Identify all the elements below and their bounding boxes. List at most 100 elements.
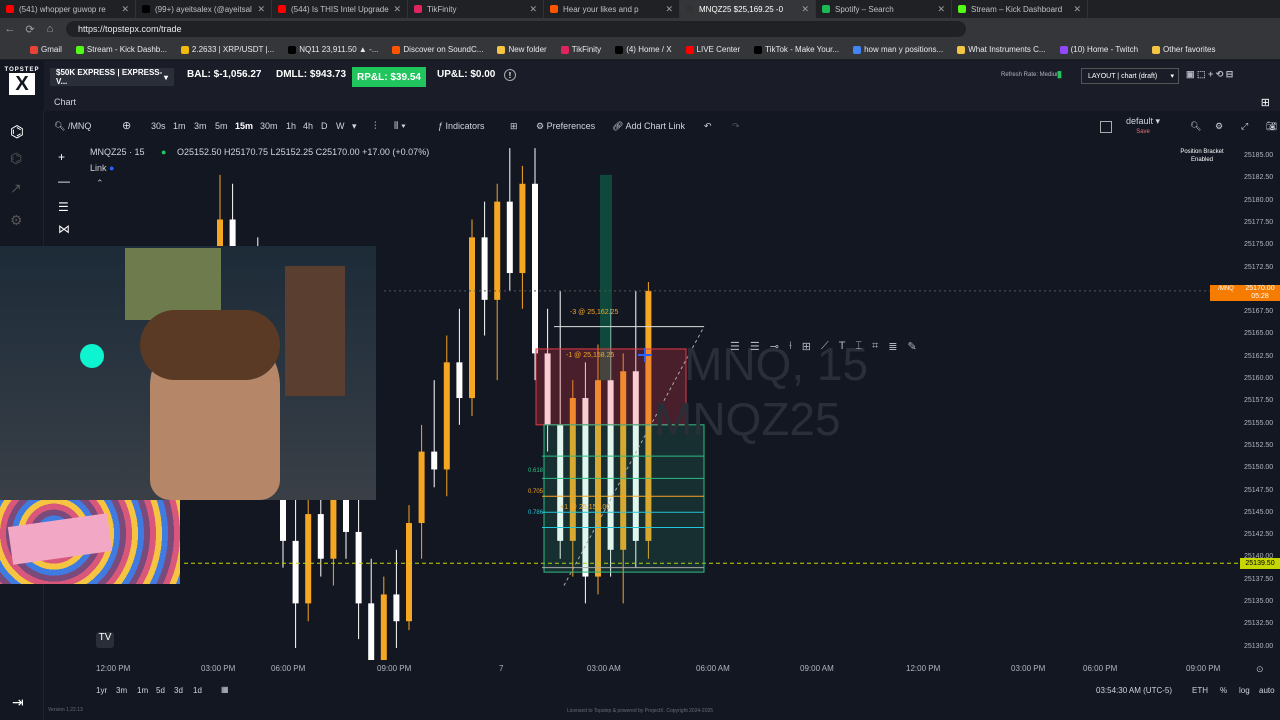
frame-icon[interactable]: ⌗	[872, 340, 878, 353]
close-icon[interactable]: ✕	[257, 4, 265, 15]
close-icon[interactable]: ✕	[665, 4, 673, 15]
bookmark-item[interactable]: Gmail	[30, 45, 62, 54]
home-icon[interactable]: ⌂	[40, 23, 60, 35]
text-box-icon[interactable]: ⌶	[855, 340, 862, 353]
tab-chart[interactable]: Chart	[54, 97, 76, 107]
calendar-icon[interactable]: ▦	[221, 685, 229, 694]
measure-icon[interactable]: ⚙	[10, 212, 23, 229]
zoom-icon[interactable]: 🔍︎	[1190, 121, 1201, 132]
preferences-button[interactable]: ⚙ Preferences	[536, 121, 595, 132]
bookmark-item[interactable]: 2.2633 | XRP/USDT |...	[180, 45, 274, 54]
range-button[interactable]: 5d	[156, 686, 165, 695]
order-label-top[interactable]: -3 @ 25,162.25	[570, 309, 618, 316]
symbol-search[interactable]: 🔍︎ /MNQ	[54, 121, 91, 132]
session-toggle[interactable]: ETH	[1192, 686, 1208, 695]
collapse-icon[interactable]: ⌃	[96, 178, 104, 189]
hline-icon[interactable]: ⊸	[770, 340, 779, 353]
align-center-icon[interactable]: ☰	[750, 340, 760, 353]
close-icon[interactable]: ✕	[937, 4, 945, 15]
close-icon[interactable]: ✕	[801, 4, 809, 15]
browser-tab[interactable]: Spotify – Search ✕	[816, 0, 952, 18]
tf-1h[interactable]: 1h	[286, 121, 296, 131]
fullscreen-toggle-icon[interactable]	[1100, 121, 1112, 133]
back-icon[interactable]: ←	[0, 23, 20, 35]
network-icon[interactable]: ⌬	[10, 122, 24, 142]
browser-tab[interactable]: MNQZ25 $25,169.25 -0 ✕	[680, 0, 816, 18]
templates-icon[interactable]: ⊞	[510, 121, 518, 132]
info-icon[interactable]: !	[504, 69, 516, 81]
auto-toggle[interactable]: auto	[1259, 686, 1275, 695]
browser-tab[interactable]: (541) whopper guwop re ✕	[0, 0, 136, 18]
add-chart-link-button[interactable]: 🔗︎ Add Chart Link	[612, 121, 685, 132]
bookmark-item[interactable]: LIVE Center	[685, 45, 740, 54]
time-axis[interactable]: 12:00 PM 03:00 PM 06:00 PM 09:00 PM 7 03:00 A…	[44, 660, 1240, 678]
refresh-icon[interactable]: ⟳	[20, 23, 40, 36]
add-panel-icon[interactable]: ⊞	[1261, 96, 1270, 109]
link-toggle[interactable]: Link ●	[90, 163, 114, 173]
chart-type-icon[interactable]: ⫶	[374, 121, 377, 132]
tf-30m[interactable]: 30m	[260, 121, 278, 131]
browser-tab[interactable]: (99+) ayeitsalex (@ayeitsal ✕	[136, 0, 272, 18]
range-button[interactable]: 3m	[116, 686, 127, 695]
candle-style-icon[interactable]: ⫴ ▾	[394, 121, 406, 132]
tf-3m[interactable]: 3m	[194, 121, 207, 131]
add-symbol-icon[interactable]: ⊕	[122, 119, 131, 132]
camera-icon[interactable]: 📷︎	[1266, 121, 1277, 132]
range-button[interactable]: 1d	[193, 686, 202, 695]
undo-icon[interactable]: ↶	[704, 121, 712, 132]
expand-icon[interactable]: ⤢	[1241, 121, 1248, 132]
timeframe-dropdown-icon[interactable]: ▾	[352, 121, 357, 132]
text-icon[interactable]: T	[839, 340, 846, 352]
bookmark-item[interactable]: What Instruments C...	[957, 45, 1046, 54]
pen-icon[interactable]: ⟋	[821, 340, 829, 353]
redo-icon[interactable]: ↷	[732, 121, 740, 132]
browser-tab[interactable]: TikFinity ✕	[408, 0, 544, 18]
tf-30s[interactable]: 30s	[151, 121, 166, 131]
account-select[interactable]: $50K EXPRESS | EXPRESS-V... ▾	[50, 68, 174, 86]
bookmark-item[interactable]: Other favorites	[1152, 45, 1216, 54]
settings-icon[interactable]: ⚙	[1215, 121, 1223, 132]
grid-icon[interactable]: ⊞	[802, 340, 811, 353]
bookmark-item[interactable]: Discover on SoundC...	[392, 45, 483, 54]
browser-tab[interactable]: (544) Is THIS Intel Upgrade ✕	[272, 0, 408, 18]
brush-icon[interactable]: ✎	[907, 340, 916, 353]
tf-1m[interactable]: 1m	[173, 121, 186, 131]
close-icon[interactable]: ✕	[1073, 4, 1081, 15]
list-icon[interactable]: ≣	[888, 340, 897, 353]
browser-tab[interactable]: Stream – Kick Dashboard ✕	[952, 0, 1088, 18]
range-button[interactable]: 1m	[137, 686, 148, 695]
order-label-mid[interactable]: -1 @ 25,158.25	[566, 352, 614, 359]
tf-15m[interactable]: 15m	[235, 121, 253, 131]
bookmark-item[interactable]: Stream - Kick Dashb...	[75, 45, 167, 54]
close-icon[interactable]: ✕	[121, 4, 129, 15]
layout-action-icons[interactable]: ▣ ⬚ + ⟲ ⊟	[1186, 69, 1233, 80]
bookmark-item[interactable]: (4) Home / X	[615, 45, 672, 54]
bookmark-item[interactable]: TikFinity	[560, 45, 601, 54]
close-icon[interactable]: ✕	[529, 4, 537, 15]
indicators-button[interactable]: ƒ Indicators	[438, 121, 485, 131]
bookmark-item[interactable]: New folder	[497, 45, 547, 54]
url-input[interactable]: https://topstepx.com/trade	[66, 21, 966, 37]
bookmark-item[interactable]: TikTok - Make Your...	[754, 45, 839, 54]
tf-w[interactable]: W	[336, 121, 345, 131]
bookmark-item[interactable]: NQ11 23,911.50 ▲ -...	[288, 45, 378, 54]
price-axis[interactable]: 25185.00 25182.50 25180.00 25177.50 25175.00…	[1240, 140, 1280, 660]
bookmark-item[interactable]: (10) Home - Twitch	[1059, 45, 1138, 54]
bookmark-item[interactable]: how man y positions...	[853, 45, 943, 54]
tools-icon[interactable]: ⌬	[10, 150, 22, 167]
log-toggle[interactable]: log	[1239, 686, 1250, 695]
timezone-settings-icon[interactable]: ⊙	[1256, 664, 1264, 675]
align-left-icon[interactable]: ☰	[730, 340, 740, 353]
template-select[interactable]: default ▾ Save	[1126, 117, 1160, 137]
range-button[interactable]: 1yr	[96, 686, 107, 695]
layout-select[interactable]: LAYOUT | chart (draft) ▾	[1081, 68, 1179, 84]
percent-toggle[interactable]: %	[1220, 686, 1227, 695]
close-icon[interactable]: ✕	[393, 4, 401, 15]
trend-icon[interactable]: ↗	[10, 180, 22, 197]
tf-d[interactable]: D	[321, 121, 328, 131]
range-button[interactable]: 3d	[174, 686, 183, 695]
browser-tab[interactable]: Hear your likes and p ✕	[544, 0, 680, 18]
tf-5m[interactable]: 5m	[215, 121, 228, 131]
order-label-low[interactable]: +1 @ 25,150.00	[560, 504, 610, 511]
tf-4h[interactable]: 4h	[303, 121, 313, 131]
